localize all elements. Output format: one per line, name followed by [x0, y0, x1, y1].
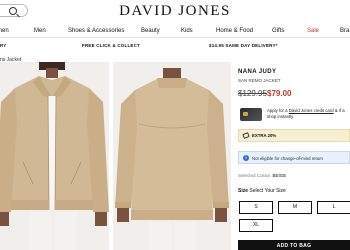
apply-text-line2: shop instantly. [267, 114, 295, 119]
product-image-front[interactable] [0, 62, 109, 250]
size-heading: Size Select Your Size [238, 188, 286, 194]
extra-offer-text: EXTRA 20% [252, 133, 277, 138]
size-button-l[interactable]: L [317, 201, 350, 214]
extra-offer-banner: EXTRA 20% [238, 129, 350, 142]
credit-card-link[interactable]: David Jones credit card [289, 108, 334, 113]
apply-text-suffix: & if a [333, 108, 345, 113]
size-title: Size [238, 188, 249, 194]
nav-item-sale[interactable]: Sale [307, 28, 319, 34]
nav-item-kids[interactable]: Kids [181, 28, 193, 34]
apply-text: Apply for a [267, 108, 289, 113]
product-image-back[interactable] [113, 62, 231, 250]
jacket-front-illustration [0, 62, 109, 250]
nav-divider [0, 37, 350, 38]
tag-icon [242, 132, 250, 139]
sale-price: $79.00 [267, 89, 292, 98]
nav-item-gifts[interactable]: Gifts [272, 28, 284, 34]
info-icon: i [243, 155, 249, 161]
jacket-back-illustration [115, 68, 229, 250]
site-logo[interactable]: DAVID JONES [0, 3, 350, 20]
returns-notice-text: Not eligible for change-of-mind return [252, 155, 323, 161]
was-price: $129.95 [238, 89, 267, 98]
product-name: SAN REMO JACKET [238, 78, 281, 83]
nav-item-brands[interactable]: Bra [340, 28, 349, 34]
site-header: DAVID JONES men Men Shoes & Accessories … [0, 0, 350, 44]
size-button-s[interactable]: S [239, 201, 273, 214]
nav-item-shoes-accessories[interactable]: Shoes & Accessories [68, 28, 124, 34]
size-button-xl[interactable]: XL [239, 219, 273, 232]
credit-card-promo: Apply for a David Jones credit card & if… [267, 108, 350, 120]
size-prompt: Select Your Size [249, 188, 286, 194]
colour-value: BEIGE [272, 173, 287, 178]
nav-item-men[interactable]: Men [34, 28, 46, 34]
promo-delivery[interactable]: RY [0, 43, 6, 48]
selected-colour: Selected Colour: BEIGE [238, 173, 286, 178]
nav-item-women[interactable]: men [0, 28, 9, 34]
add-to-bag-button[interactable]: ADD TO BAG [238, 240, 350, 250]
product-brand[interactable]: NANA JUDY [238, 69, 276, 75]
colour-label: Selected Colour: [238, 173, 272, 178]
promo-bar: RY FREE CLICK & COLLECT $14.95 SAME DAY … [0, 41, 350, 51]
size-button-m[interactable]: M [278, 201, 312, 214]
promo-click-collect[interactable]: FREE CLICK & COLLECT [82, 43, 140, 48]
nav-item-home-food[interactable]: Home & Food [216, 28, 253, 34]
promo-same-day[interactable]: $14.95 SAME DAY DELIVERY* [209, 43, 278, 48]
returns-notice: i Not eligible for change-of-mind return [238, 151, 350, 164]
credit-card-icon [240, 108, 262, 121]
nav-item-beauty[interactable]: Beauty [141, 28, 160, 34]
